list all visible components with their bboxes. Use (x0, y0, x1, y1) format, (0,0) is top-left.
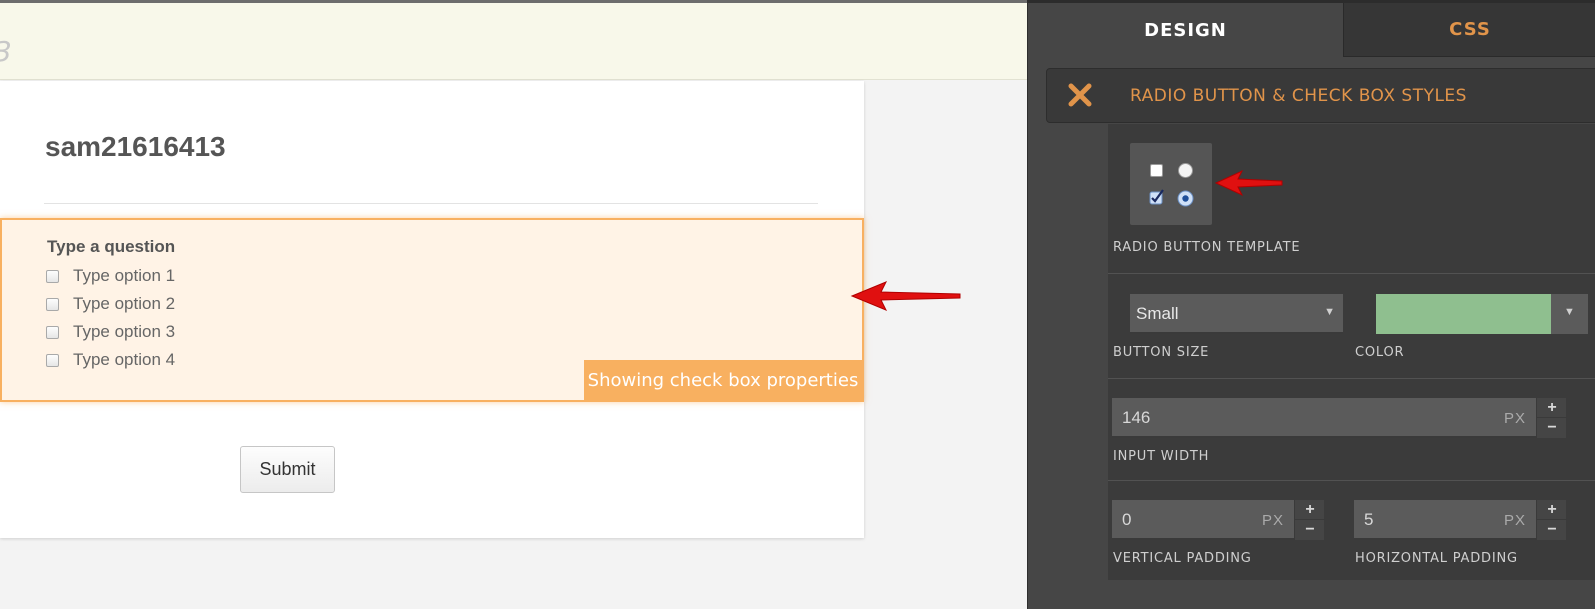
input-width-value: 146 (1122, 408, 1151, 427)
title-divider (44, 203, 818, 204)
checkbox[interactable] (46, 297, 59, 311)
checked-checkbox-icon (1149, 189, 1164, 205)
horizontal-padding-value: 5 (1364, 510, 1374, 529)
template-label: RADIO BUTTON TEMPLATE (1113, 240, 1301, 255)
increment-button[interactable]: + (1537, 398, 1567, 418)
option-1[interactable]: Type option 1 (46, 265, 175, 287)
unit-label: PX (1503, 410, 1526, 427)
checkbox-sample-icon (1150, 164, 1163, 177)
button-size-value: Small (1136, 304, 1179, 323)
horizontal-padding-stepper[interactable]: + − (1536, 500, 1567, 540)
divider (1108, 378, 1595, 379)
increment-button[interactable]: + (1295, 500, 1325, 520)
checkbox-question-block[interactable]: Type a question Type option 1 Type optio… (0, 218, 864, 402)
close-x-icon[interactable] (1067, 82, 1093, 108)
input-width-stepper[interactable]: + − (1536, 398, 1567, 438)
vertical-padding-label: VERTICAL PADDING (1113, 551, 1252, 566)
option-2[interactable]: Type option 2 (46, 293, 175, 315)
annotation-arrow-icon (850, 281, 961, 311)
option-3[interactable]: Type option 3 (46, 321, 175, 343)
section-header[interactable]: RADIO BUTTON & CHECK BOX STYLES (1046, 68, 1595, 123)
input-width-field[interactable]: 146 PX (1112, 398, 1536, 438)
button-size-select[interactable]: Small ▼ (1130, 294, 1343, 334)
radio-template-swatch[interactable] (1130, 143, 1212, 225)
vertical-padding-stepper[interactable]: + − (1294, 500, 1325, 540)
option-label: Type option 2 (73, 294, 176, 313)
option-label: Type option 4 (73, 350, 176, 369)
decrement-button[interactable]: − (1537, 520, 1567, 540)
form-title[interactable]: sam21616413 (45, 131, 226, 163)
color-dropdown[interactable]: ▼ (1551, 294, 1588, 334)
divider (1108, 273, 1595, 274)
radio-sample-icon (1178, 163, 1193, 178)
checkbox[interactable] (46, 325, 59, 339)
tab-css[interactable]: CSS (1343, 3, 1595, 57)
increment-button[interactable]: + (1537, 500, 1567, 520)
selected-radio-icon (1177, 190, 1194, 207)
tab-design[interactable]: DESIGN (1028, 3, 1343, 57)
button-size-label: BUTTON SIZE (1113, 345, 1210, 360)
panel-tabs: DESIGN CSS (1028, 3, 1595, 57)
vertical-padding-value: 0 (1122, 510, 1132, 529)
unit-label: PX (1261, 512, 1284, 529)
option-label: Type option 1 (73, 266, 176, 285)
submit-button[interactable]: Submit (240, 446, 335, 493)
properties-badge: Showing check box properties (584, 360, 862, 400)
vertical-padding-field[interactable]: 0 PX (1112, 500, 1294, 540)
chevron-down-icon: ▼ (1564, 306, 1575, 318)
annotation-arrow-icon (1214, 169, 1283, 197)
design-panel: DESIGN CSS RADIO BUTTON & CHECK BOX STYL… (1027, 0, 1595, 609)
horizontal-padding-field[interactable]: 5 PX (1354, 500, 1536, 540)
decrement-button[interactable]: − (1537, 418, 1567, 438)
decrement-button[interactable]: − (1295, 520, 1325, 540)
divider (1108, 480, 1595, 481)
unit-label: PX (1503, 512, 1526, 529)
question-label[interactable]: Type a question (47, 237, 175, 257)
form-header-bar: 3 (0, 0, 1027, 80)
input-width-label: INPUT WIDTH (1113, 449, 1210, 464)
option-4[interactable]: Type option 4 (46, 349, 175, 371)
header-ghost-text: 3 (0, 35, 12, 68)
option-label: Type option 3 (73, 322, 176, 341)
color-swatch[interactable] (1376, 294, 1551, 334)
checkbox[interactable] (46, 353, 59, 367)
color-label: COLOR (1355, 345, 1405, 360)
horizontal-padding-label: HORIZONTAL PADDING (1355, 551, 1518, 566)
chevron-down-icon: ▼ (1324, 306, 1335, 318)
section-title: RADIO BUTTON & CHECK BOX STYLES (1130, 86, 1467, 106)
checkbox[interactable] (46, 269, 59, 283)
